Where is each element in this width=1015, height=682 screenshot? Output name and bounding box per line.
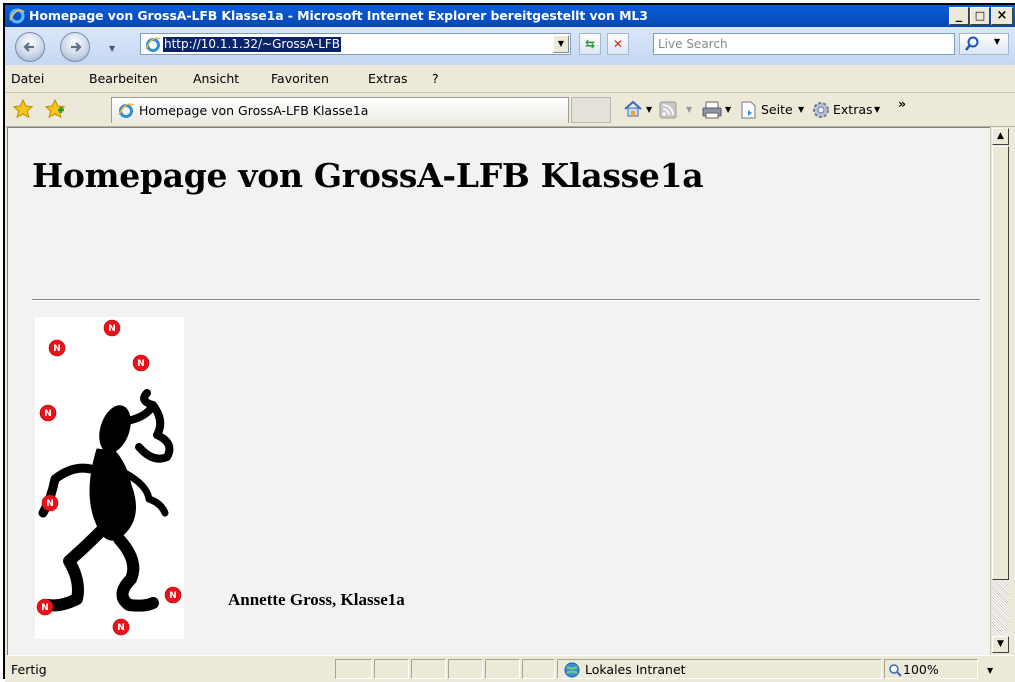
print-icon[interactable] (701, 100, 723, 120)
tools-gear-icon[interactable] (811, 100, 831, 120)
extras-menu[interactable]: Extras (833, 102, 873, 117)
search-button[interactable]: ▼ (959, 33, 1009, 55)
forward-arrow-icon (71, 42, 82, 52)
maximize-button[interactable]: □ (970, 7, 990, 25)
status-bar: Fertig Lokales Intranet 100% ▼ (5, 655, 1015, 682)
tab-homepage[interactable]: Homepage von GrossA-LFB Klasse1a (111, 97, 569, 123)
feeds-icon[interactable] (659, 101, 677, 119)
seite-dropdown-icon[interactable]: ▼ (798, 105, 804, 114)
search-icon (965, 36, 979, 51)
back-button[interactable] (15, 32, 45, 62)
url-text[interactable]: http://10.1.1.32/~GrossA-LFB (163, 37, 342, 52)
favorites-star-icon[interactable] (12, 98, 34, 120)
zoom-dropdown-icon[interactable]: ▼ (987, 666, 993, 675)
seite-menu[interactable]: Seite (761, 102, 793, 117)
menu-ansicht[interactable]: Ansicht (193, 71, 239, 86)
juggler-clipart-icon: N N N N N N N N (36, 319, 182, 636)
status-panel (335, 659, 372, 679)
history-dropdown-icon[interactable]: ▼ (109, 44, 115, 53)
horizontal-rule (32, 299, 980, 301)
back-arrow-icon (23, 42, 34, 52)
home-icon[interactable] (622, 98, 644, 120)
svg-text:N: N (44, 409, 52, 419)
menu-favoriten[interactable]: Favoriten (271, 71, 329, 86)
status-panel (448, 659, 483, 679)
vertical-scrollbar[interactable]: ▲ ▼ (990, 127, 1009, 655)
scroll-down-icon[interactable]: ▼ (992, 636, 1009, 653)
home-dropdown-icon[interactable]: ▼ (646, 105, 652, 114)
menu-help[interactable]: ? (432, 71, 439, 86)
menu-bar: Datei Bearbeiten Ansicht Favoriten Extra… (5, 65, 1015, 93)
minimize-button[interactable]: _ (949, 7, 969, 25)
search-options-icon[interactable]: ▼ (994, 37, 1000, 46)
status-panel (485, 659, 520, 679)
menu-extras[interactable]: Extras (368, 71, 408, 86)
address-field[interactable]: http://10.1.1.32/~GrossA-LFB ▼ (140, 33, 571, 55)
browser-window: Homepage von GrossA-LFB Klasse1a - Micro… (3, 3, 1015, 682)
title-bar: Homepage von GrossA-LFB Klasse1a - Micro… (5, 5, 1015, 27)
new-tab-button[interactable] (571, 97, 611, 123)
scroll-track[interactable] (992, 580, 1009, 636)
add-favorite-icon[interactable] (44, 98, 66, 120)
feeds-dropdown-icon[interactable]: ▼ (686, 105, 692, 114)
menu-datei[interactable]: Datei (11, 71, 44, 86)
address-toolbar: ▼ http://10.1.1.32/~GrossA-LFB ▼ ⇆ ✕ Liv… (5, 27, 1015, 66)
svg-text:N: N (46, 499, 54, 509)
ie-tab-icon (118, 103, 134, 118)
page-icon[interactable] (739, 100, 759, 120)
tab-bar: Homepage von GrossA-LFB Klasse1a ▼ ▼ ▼ S… (5, 93, 1015, 127)
forward-button[interactable] (60, 32, 90, 62)
status-text: Fertig (11, 662, 47, 677)
ie-page-icon (145, 37, 161, 52)
extras-dropdown-icon[interactable]: ▼ (874, 105, 880, 114)
close-button[interactable]: × (991, 7, 1013, 25)
author-signature: Annette Gross, Klasse1a (228, 590, 405, 609)
status-panel (374, 659, 409, 679)
security-zone: Lokales Intranet (585, 662, 686, 677)
juggler-image: N N N N N N N N (35, 317, 184, 639)
scroll-up-icon[interactable]: ▲ (992, 128, 1009, 145)
status-panel (411, 659, 446, 679)
search-input[interactable]: Live Search (653, 33, 955, 55)
stop-icon[interactable]: ✕ (607, 33, 629, 55)
ie-logo-icon (9, 8, 25, 24)
svg-text:N: N (137, 359, 145, 369)
menu-bearbeiten[interactable]: Bearbeiten (89, 71, 158, 86)
intranet-globe-icon (564, 662, 580, 678)
zoom-level[interactable]: 100% (903, 662, 939, 677)
svg-text:N: N (169, 591, 177, 601)
svg-text:N: N (108, 324, 116, 334)
window-title: Homepage von GrossA-LFB Klasse1a - Micro… (29, 8, 648, 23)
address-dropdown-icon[interactable]: ▼ (553, 35, 569, 53)
refresh-icon[interactable]: ⇆ (579, 33, 601, 55)
print-dropdown-icon[interactable]: ▼ (725, 105, 731, 114)
svg-text:N: N (53, 344, 61, 354)
svg-text:N: N (117, 623, 125, 633)
toolbar-overflow-button[interactable]: » (898, 96, 906, 111)
scroll-thumb[interactable] (992, 146, 1009, 580)
zoom-magnifier-icon[interactable] (888, 663, 902, 677)
status-panel (522, 659, 555, 679)
page-heading: Homepage von GrossA-LFB Klasse1a (32, 156, 704, 195)
svg-text:N: N (41, 603, 49, 613)
page-content: Homepage von GrossA-LFB Klasse1a N N N N… (7, 127, 990, 655)
tab-label: Homepage von GrossA-LFB Klasse1a (139, 103, 369, 118)
